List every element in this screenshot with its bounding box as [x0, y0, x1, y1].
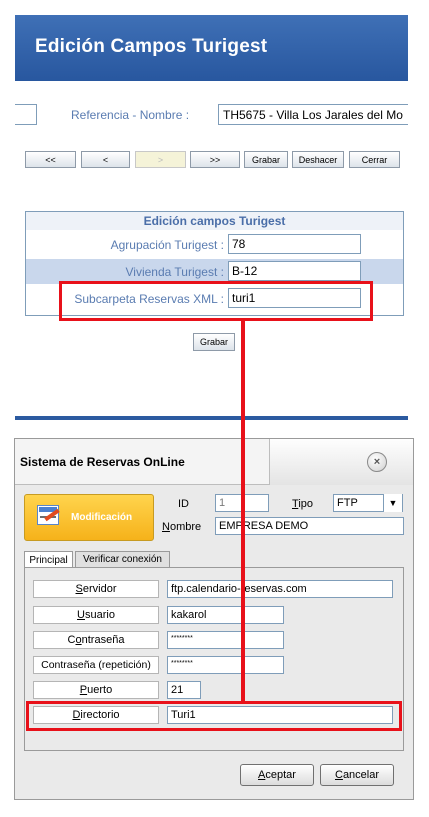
vivienda-input[interactable]: B-12: [228, 261, 361, 281]
nombre-label-rest: ombre: [169, 521, 202, 533]
highlight-box-subcarpeta: [59, 281, 373, 321]
cancel-label-rest: ancelar: [342, 769, 380, 781]
dialog-title: Sistema de Reservas OnLine: [20, 455, 185, 469]
save-button[interactable]: Grabar: [244, 151, 288, 168]
divider: [15, 416, 408, 420]
usuario-label-rest: suario: [84, 609, 115, 621]
nav-last-button[interactable]: >>: [190, 151, 240, 168]
servidor-input[interactable]: ftp.calendario-reservas.com: [167, 580, 393, 598]
accept-button[interactable]: Aceptar: [240, 764, 314, 786]
reference-name-input[interactable]: TH5675 - Villa Los Jarales del Mo: [218, 104, 408, 125]
contrasena-label-rest: ntraseña: [81, 634, 125, 646]
nombre-label: Nombre: [162, 521, 201, 533]
vivienda-label: Vivienda Turigest :: [125, 265, 224, 279]
nav-next-button[interactable]: >: [135, 151, 186, 168]
reference-label: Referencia - Nombre :: [71, 108, 190, 122]
form-title: Edición campos Turigest: [26, 212, 403, 230]
contrasena-label: Contraseña: [33, 631, 159, 649]
tipo-label: Tipo: [292, 498, 313, 510]
usuario-label-mnemonic: U: [77, 609, 85, 621]
page-title: Edición Campos Turigest: [35, 36, 268, 57]
nav-prev-button[interactable]: <: [81, 151, 130, 168]
accept-mnemonic: A: [258, 769, 266, 781]
chevron-down-icon[interactable]: ▼: [383, 494, 402, 512]
password-repeat-input[interactable]: ********: [167, 656, 284, 674]
tipo-label-rest: ipo: [298, 498, 313, 510]
password-input[interactable]: ********: [167, 631, 284, 649]
form-save-button[interactable]: Grabar: [193, 333, 235, 351]
accept-label-rest: ceptar: [265, 769, 296, 781]
usuario-input[interactable]: kakarol: [167, 606, 284, 624]
servidor-label-rest: ervidor: [82, 583, 117, 595]
contrasena-label-pre: C: [67, 634, 76, 646]
close-button[interactable]: Cerrar: [349, 151, 400, 168]
cancel-mnemonic: C: [334, 769, 343, 781]
close-icon[interactable]: ×: [367, 452, 387, 472]
highlight-connector: [241, 320, 245, 703]
contrasena-rep-label: Contraseña (repetición): [33, 656, 159, 674]
id-label: ID: [178, 498, 189, 510]
puerto-label: Puerto: [33, 681, 159, 699]
usuario-label: Usuario: [33, 606, 159, 624]
puerto-input[interactable]: 21: [167, 681, 201, 699]
nav-first-button[interactable]: <<: [25, 151, 76, 168]
highlight-box-directorio: [26, 701, 402, 731]
tab-principal[interactable]: Principal: [24, 551, 73, 568]
tab-verificar-conexion[interactable]: Verificar conexión: [75, 551, 170, 567]
servidor-label-mnemonic: S: [75, 583, 83, 595]
agrupacion-label: Agrupación Turigest :: [110, 238, 224, 252]
servidor-label: Servidor: [33, 580, 159, 598]
reference-code-input[interactable]: [15, 104, 37, 125]
undo-button[interactable]: Deshacer: [292, 151, 344, 168]
nombre-label-mnemonic: N: [162, 521, 170, 533]
agrupacion-input[interactable]: 78: [228, 234, 361, 254]
puerto-label-rest: uerto: [87, 684, 113, 696]
cancel-button[interactable]: Cancelar: [320, 764, 394, 786]
